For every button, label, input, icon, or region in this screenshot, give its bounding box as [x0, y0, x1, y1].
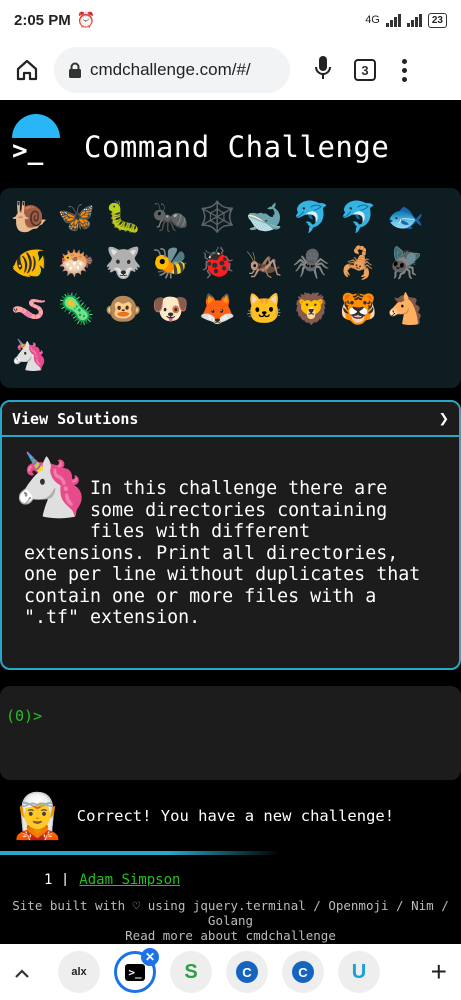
challenge-emoji-icon[interactable]: 🐱: [241, 286, 288, 332]
challenge-emoji-icon[interactable]: 🐬: [335, 194, 382, 240]
feedback-text: Correct! You have a new challenge!: [76, 807, 395, 825]
challenge-emoji-icon[interactable]: 🐞: [194, 240, 241, 286]
view-solutions-label: View Solutions: [12, 409, 139, 428]
alarm-icon: ⏰: [76, 12, 96, 29]
challenge-emoji-icon[interactable]: 🐵: [100, 286, 147, 332]
challenge-emoji-icon[interactable]: 🦁: [288, 286, 335, 332]
tab-label: C: [236, 961, 258, 983]
tab-cmdchallenge-active[interactable]: >_ ✕: [114, 948, 159, 993]
terminal-favicon-icon: >_: [125, 963, 145, 981]
challenge-emoji-icon[interactable]: 🐟: [382, 194, 429, 240]
browser-tab-strip: alx >_ ✕ S C C U +: [0, 944, 461, 1000]
terminal[interactable]: (0)>: [0, 686, 461, 780]
challenge-description: In this challenge there are some directo…: [24, 478, 421, 628]
overflow-menu-icon[interactable]: [402, 58, 407, 82]
signal-icon-2: [406, 13, 422, 27]
leaderboard-row: 1 | Adam Simpson: [44, 872, 180, 886]
status-bar: 2:05 PM ⏰ 4G 23: [0, 0, 461, 40]
signal-icon: [385, 13, 401, 27]
battery-icon: 23: [427, 12, 447, 28]
feedback-message: 🧝 Correct! You have a new challenge!: [10, 790, 394, 842]
challenge-emoji-icon[interactable]: 🦂: [335, 240, 382, 286]
network-label: 4G: [365, 14, 380, 26]
challenge-card: View Solutions ❯ 🦄 In this challenge the…: [0, 400, 461, 670]
leaderboard-name-link[interactable]: Adam Simpson: [79, 872, 180, 886]
home-icon[interactable]: [12, 55, 42, 85]
challenge-emoji-icon[interactable]: 🕸️: [194, 194, 241, 240]
challenge-emoji-panel: 🐌 🦋 🐛 🐜 🕸️ 🐋 🐬 🐬 🐟 🐠 🐡 🐺 🐝 🐞 🦗 🕷️ 🦂 🪰 🪱 🦠 🐵 🐶 🦊 🐱 🦁 🐯 🐴 🦄: [0, 188, 461, 388]
challenge-emoji-icon[interactable]: 🦋: [53, 194, 100, 240]
tab-label: U: [351, 960, 367, 983]
footer-credits-2: Golang: [207, 913, 254, 928]
challenge-emoji-icon[interactable]: 🕷️: [288, 240, 335, 286]
tab-label: alx: [71, 966, 87, 978]
challenge-emoji-icon[interactable]: 🦗: [241, 240, 288, 286]
challenge-emoji-icon[interactable]: 🐴: [382, 286, 429, 332]
read-more-link[interactable]: Read more about cmdchallenge: [0, 928, 461, 943]
challenge-emoji-icon[interactable]: 🦠: [53, 286, 100, 332]
tab-c-1[interactable]: C: [226, 951, 268, 993]
tab-switcher-button[interactable]: 3: [354, 59, 376, 81]
footer-credits: Site built with ♡ using jquery.terminal …: [12, 898, 449, 913]
tab-u[interactable]: U: [338, 951, 380, 993]
lock-icon: [69, 62, 81, 78]
challenge-emoji-grid: 🐌 🦋 🐛 🐜 🕸️ 🐋 🐬 🐬 🐟 🐠 🐡 🐺 🐝 🐞 🦗 🕷️ 🦂 🪰 🪱 🦠 🐵 🐶 🦊 🐱 🦁 🐯 🐴 🦄: [6, 194, 446, 378]
challenge-emoji-icon[interactable]: 🐝: [147, 240, 194, 286]
site-header: >_ Command Challenge: [0, 100, 461, 188]
page-title: Command Challenge: [84, 130, 390, 164]
challenge-emoji-icon[interactable]: 🦄: [6, 332, 53, 378]
leaderboard-rank: 1 |: [44, 872, 70, 886]
chevron-right-icon[interactable]: ❯: [439, 409, 449, 429]
challenge-emoji-icon[interactable]: 🐜: [147, 194, 194, 240]
tab-c-2[interactable]: C: [282, 951, 324, 993]
challenge-emoji-icon[interactable]: 🐡: [53, 240, 100, 286]
microphone-icon[interactable]: [314, 55, 332, 85]
challenge-emoji-icon[interactable]: 🐬: [288, 194, 335, 240]
challenge-emoji-icon[interactable]: 🪱: [6, 286, 53, 332]
tab-s[interactable]: S: [170, 951, 212, 993]
tab-alx[interactable]: alx: [58, 951, 100, 993]
divider-glow: [0, 851, 280, 855]
elf-avatar-icon: 🧝: [10, 791, 65, 842]
challenge-emoji-icon[interactable]: 🐺: [100, 240, 147, 286]
challenge-emoji-icon[interactable]: 🐶: [147, 286, 194, 332]
terminal-prompt: (0)>: [6, 707, 43, 725]
tab-label: S: [184, 960, 198, 983]
view-solutions-header[interactable]: View Solutions ❯: [2, 402, 459, 437]
site-footer: Site built with ♡ using jquery.terminal …: [0, 898, 461, 943]
address-bar[interactable]: cmdchallenge.com/#/: [54, 47, 290, 93]
status-time: 2:05 PM: [14, 11, 71, 29]
logo-arc: [12, 114, 60, 138]
tab-label: C: [292, 961, 314, 983]
challenge-emoji-icon[interactable]: 🐋: [241, 194, 288, 240]
browser-toolbar: cmdchallenge.com/#/ 3: [0, 40, 461, 100]
chevron-up-icon[interactable]: [14, 962, 44, 983]
challenge-emoji-icon[interactable]: 🐌: [6, 194, 53, 240]
url-text: cmdchallenge.com/#/: [90, 60, 251, 79]
new-tab-plus-icon[interactable]: +: [431, 956, 447, 988]
logo-icon[interactable]: >_: [12, 136, 43, 166]
close-tab-icon[interactable]: ✕: [141, 948, 159, 966]
challenge-emoji-icon[interactable]: 🦊: [194, 286, 241, 332]
status-indicators: 4G 23: [365, 12, 447, 28]
challenge-emoji-icon[interactable]: 🐛: [100, 194, 147, 240]
challenge-emoji-icon[interactable]: 🐠: [6, 240, 53, 286]
challenge-emoji-icon[interactable]: 🐯: [335, 286, 382, 332]
challenge-emoji-icon[interactable]: 🪰: [382, 240, 429, 286]
